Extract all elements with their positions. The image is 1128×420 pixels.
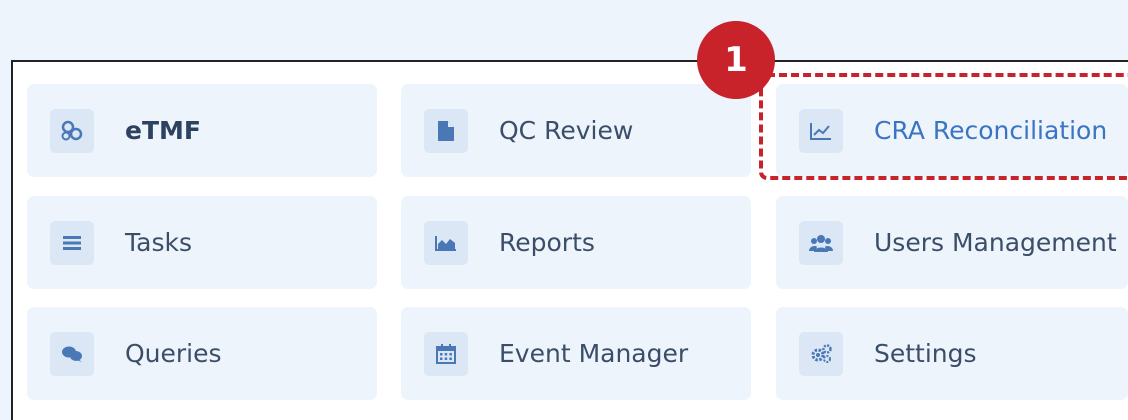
cogs-cluster-icon: [50, 108, 94, 153]
tile-label: Queries: [125, 339, 222, 368]
tile-label: Settings: [874, 339, 977, 368]
tile-label: QC Review: [499, 116, 634, 145]
area-chart-icon: [424, 220, 468, 265]
chat-bubbles-icon: [50, 331, 94, 376]
tile-label: eTMF: [125, 116, 201, 145]
tile-etmf[interactable]: eTMF: [27, 84, 377, 177]
tile-users-management[interactable]: Users Management: [776, 196, 1128, 289]
document-icon: [424, 108, 468, 153]
tile-reports[interactable]: Reports: [401, 196, 751, 289]
callout-highlight-box: [759, 73, 1128, 180]
tile-tasks[interactable]: Tasks: [27, 196, 377, 289]
users-icon: [799, 220, 843, 265]
tile-queries[interactable]: Queries: [27, 307, 377, 400]
tile-label: Reports: [499, 228, 595, 257]
tile-label: Users Management: [874, 228, 1117, 257]
tile-event-manager[interactable]: Event Manager: [401, 307, 751, 400]
gears-icon: [799, 331, 843, 376]
tile-label: Tasks: [125, 228, 192, 257]
list-icon: [50, 220, 94, 265]
tile-label: Event Manager: [499, 339, 689, 368]
callout-number-badge: 1: [697, 21, 775, 99]
calendar-icon: [424, 331, 468, 376]
tile-settings[interactable]: Settings: [776, 307, 1128, 400]
tile-qc-review[interactable]: QC Review: [401, 84, 751, 177]
